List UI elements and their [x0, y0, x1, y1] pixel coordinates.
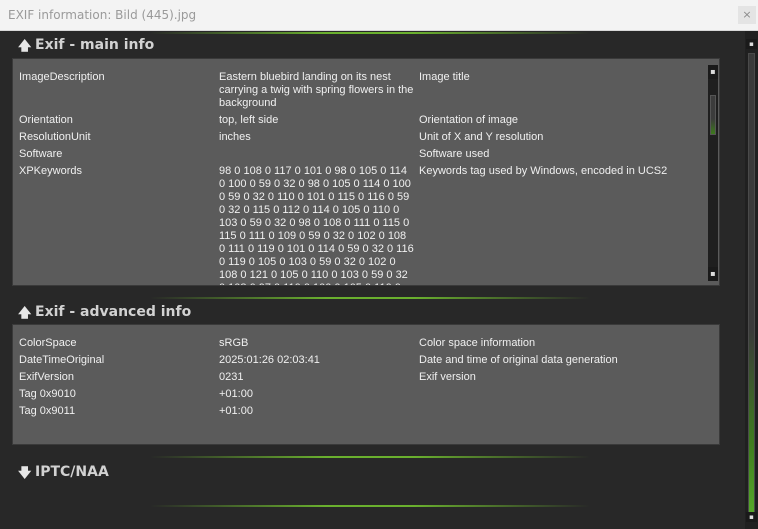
title-bar: EXIF information: Bild (445).jpg × — [0, 0, 758, 31]
window-content: 🡅 Exif - main info ImageDescription East… — [0, 31, 758, 529]
tag-description: Exif version — [419, 371, 476, 383]
collapse-arrow-icon[interactable]: 🡅 — [18, 304, 31, 326]
section-header-iptc[interactable]: 🡇 IPTC/NAA — [0, 460, 740, 486]
section-divider — [150, 297, 590, 299]
tag-description: Keywords tag used by Windows, encoded in… — [419, 165, 668, 177]
tag-description: Color space information — [419, 337, 536, 349]
tag-description: Unit of X and Y resolution — [419, 131, 544, 143]
tag-name: ExifVersion — [19, 371, 75, 383]
scroll-up-button[interactable]: ▪ — [746, 39, 757, 49]
section-title: Exif - main info — [35, 37, 155, 53]
tag-value: Eastern bluebird landing on its nest car… — [219, 71, 414, 109]
scroll-thumb[interactable] — [748, 53, 755, 513]
section-divider — [150, 505, 590, 507]
tag-description: Image title — [419, 71, 470, 83]
tag-value: +01:00 — [219, 405, 253, 417]
window-title: EXIF information: Bild (445).jpg — [8, 8, 197, 22]
tag-description: Orientation of image — [419, 114, 519, 126]
tag-name: ColorSpace — [19, 337, 77, 349]
tag-name: DateTimeOriginal — [19, 354, 105, 366]
scroll-thumb[interactable] — [710, 95, 716, 135]
section-title: IPTC/NAA — [35, 464, 109, 480]
tag-name: Orientation — [19, 114, 73, 126]
scroll-up-button[interactable]: ▪ — [708, 65, 718, 79]
main-info-scrollbar[interactable]: ▪ ▪ — [708, 65, 718, 281]
tag-name: Tag 0x9010 — [19, 388, 76, 400]
tag-description: Software used — [419, 148, 490, 160]
tag-value: 0231 — [219, 371, 244, 383]
section-header-advanced-info[interactable]: 🡅 Exif - advanced info — [0, 300, 740, 326]
expand-arrow-icon[interactable]: 🡇 — [18, 464, 31, 486]
tag-name: ImageDescription — [19, 71, 105, 83]
scroll-down-button[interactable]: ▪ — [746, 512, 757, 522]
window-scrollbar[interactable]: ▪ ▪ — [745, 31, 758, 529]
main-info-table: ImageDescription Eastern bluebird landin… — [12, 58, 720, 286]
tag-description: Date and time of original data generatio… — [419, 354, 618, 366]
tag-name: Tag 0x9011 — [19, 405, 76, 417]
tag-value: +01:00 — [219, 388, 253, 400]
section-divider — [150, 456, 590, 458]
tag-name: ResolutionUnit — [19, 131, 91, 143]
section-title: Exif - advanced info — [35, 304, 192, 320]
tag-name: Software — [19, 148, 63, 160]
advanced-info-table: ColorSpace sRGB Color space information … — [12, 324, 720, 445]
tag-value: 2025:01:26 02:03:41 — [219, 354, 320, 366]
collapse-arrow-icon[interactable]: 🡅 — [18, 37, 31, 59]
section-header-main-info[interactable]: 🡅 Exif - main info — [0, 33, 740, 59]
tag-value: 98 0 108 0 117 0 101 0 98 0 105 0 114 0 … — [219, 165, 414, 285]
tag-value: inches — [219, 131, 251, 143]
close-icon[interactable]: × — [738, 6, 756, 24]
tag-value: top, left side — [219, 114, 279, 126]
tag-value: sRGB — [219, 337, 249, 349]
tag-name: XPKeywords — [19, 165, 82, 177]
scroll-down-button[interactable]: ▪ — [708, 267, 718, 281]
